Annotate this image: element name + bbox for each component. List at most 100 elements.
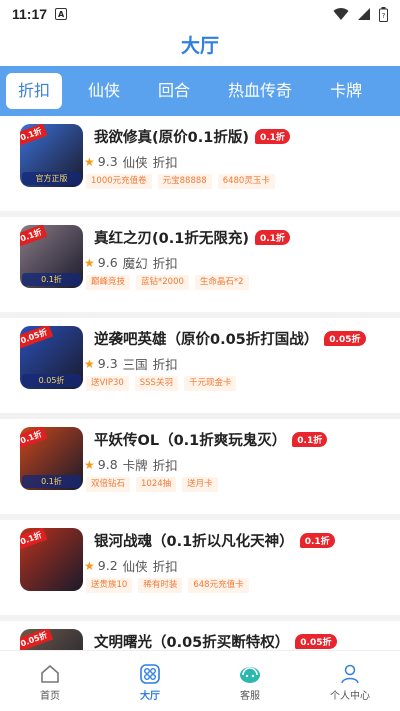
discount-badge: 0.1折 — [299, 533, 335, 548]
game-tag: 送贵族10 — [86, 578, 133, 593]
game-tag: 元宝88888 — [157, 174, 212, 189]
tab-0[interactable]: 折扣 — [6, 73, 63, 109]
status-bar: 11:17 A ? — [0, 0, 400, 28]
page-title: 大厅 — [180, 35, 219, 57]
tab-4[interactable]: 卡牌 — [318, 73, 374, 109]
game-icon[interactable]: 0.05折 0.05折 — [20, 326, 83, 389]
game-tag: 送月卡 — [182, 477, 218, 492]
game-icon[interactable]: 0.1折 官方正版 — [20, 124, 83, 187]
battery-icon: ? — [379, 6, 388, 22]
svg-text:?: ? — [382, 12, 386, 20]
game-tags: 巅峰竞技 蓝钻*2000 生命晶石*2 — [86, 275, 249, 290]
game-tags: 送VIP30 SSS关羽 千元现金卡 — [86, 376, 237, 391]
game-name[interactable]: 逆袭吧英雄（原价0.05折打国战） — [94, 328, 318, 349]
game-tag: 双倍钻石 — [86, 477, 131, 492]
nav-item-1[interactable]: 大厅 — [100, 651, 200, 711]
game-kind: 折扣 — [152, 155, 178, 170]
nav-item-2[interactable]: 客服 — [200, 651, 300, 711]
game-tag: 稀有时装 — [138, 578, 183, 593]
discount-badge: 0.1折 — [292, 432, 328, 447]
game-title-row: 文明曙光（0.05折买断特权） 0.05折 — [94, 631, 337, 650]
discount-badge: 0.1折 — [254, 129, 290, 144]
game-tag: 1000元充值卷 — [86, 174, 152, 189]
game-genre: 仙侠 — [122, 559, 148, 574]
game-meta: ★ 9.8 卡牌 折扣 — [84, 455, 183, 474]
game-tag: 1024抽 — [136, 477, 177, 492]
nav-label: 大厅 — [140, 690, 160, 702]
nav-label: 客服 — [240, 690, 260, 702]
nav-label: 个人中心 — [330, 690, 370, 702]
game-icon[interactable]: 0.1折 — [20, 528, 83, 591]
icon-discount-ribbon: 0.1折 — [20, 427, 48, 449]
home-icon — [39, 661, 61, 687]
game-rating: 9.6 — [97, 255, 118, 270]
icon-stamp-label: 0.05折 — [22, 374, 81, 387]
game-genre: 三国 — [122, 357, 148, 372]
game-name[interactable]: 我欲修真(原价0.1折版) — [94, 126, 249, 147]
game-title-row: 银河战魂（0.1折以凡化天神） 0.1折 — [94, 530, 335, 551]
game-meta: ★ 9.2 仙侠 折扣 — [84, 556, 183, 575]
bottom-nav: 首页 大厅 客服 个人中心 — [0, 650, 400, 711]
icon-discount-ribbon: 0.1折 — [20, 528, 48, 550]
tab-3[interactable]: 热血传奇 — [216, 73, 304, 109]
game-icon[interactable]: 0.05折 — [20, 629, 83, 650]
game-tag: SSS关羽 — [134, 376, 178, 391]
game-title-row: 平妖传OL（0.1折爽玩鬼灭） 0.1折 — [94, 429, 328, 450]
game-name[interactable]: 银河战魂（0.1折以凡化天神） — [94, 530, 294, 551]
signal-icon — [358, 8, 370, 20]
game-genre: 魔幻 — [122, 256, 148, 271]
game-tag: 648元充值卡 — [188, 578, 249, 593]
game-list-item[interactable]: 0.1折 官方正版 我欲修真(原价0.1折版) 0.1折 ★ 9.3 仙侠 折扣 1000元充值… — [0, 116, 400, 217]
game-kind: 折扣 — [152, 559, 178, 574]
tab-2[interactable]: 回合 — [146, 73, 202, 109]
sim-icon: A — [55, 8, 68, 20]
icon-discount-ribbon: 0.05折 — [20, 326, 53, 349]
game-tag: 6480灵玉卡 — [217, 174, 275, 189]
star-icon: ★ — [84, 356, 95, 371]
game-kind: 折扣 — [152, 458, 178, 473]
game-meta: ★ 9.3 三国 折扣 — [84, 354, 183, 373]
category-tabs: 折扣仙侠回合热血传奇卡牌三国 — [0, 66, 400, 116]
game-list-item[interactable]: 0.1折 银河战魂（0.1折以凡化天神） 0.1折 ★ 9.2 仙侠 折扣 送贵族10 稀有时装… — [0, 520, 400, 621]
game-list-item[interactable]: 0.05折 文明曙光（0.05折买断特权） 0.05折 — [0, 621, 400, 650]
nav-label: 首页 — [40, 690, 60, 702]
game-icon[interactable]: 0.1折 0.1折 — [20, 225, 83, 288]
icon-stamp-label: 官方正版 — [22, 172, 81, 185]
game-rating: 9.2 — [97, 558, 118, 573]
game-name[interactable]: 文明曙光（0.05折买断特权） — [94, 631, 289, 650]
game-name[interactable]: 平妖传OL（0.1折爽玩鬼灭） — [94, 429, 286, 450]
nav-item-3[interactable]: 个人中心 — [300, 651, 400, 711]
game-rating: 9.3 — [97, 154, 118, 169]
game-tags: 送贵族10 稀有时装 648元充值卡 — [86, 578, 249, 593]
status-time: 11:17 — [12, 6, 48, 22]
icon-discount-ribbon: 0.05折 — [20, 629, 53, 650]
headset-icon — [238, 661, 262, 687]
game-icon[interactable]: 0.1折 0.1折 — [20, 427, 83, 490]
game-rating: 9.3 — [97, 356, 118, 371]
game-name[interactable]: 真红之刃(0.1折无限充) — [94, 227, 249, 248]
star-icon: ★ — [84, 457, 95, 472]
user-icon — [339, 661, 361, 687]
game-title-row: 我欲修真(原价0.1折版) 0.1折 — [94, 126, 290, 147]
game-list-item[interactable]: 0.1折 0.1折 平妖传OL（0.1折爽玩鬼灭） 0.1折 ★ 9.8 卡牌 折扣 双倍钻石 1… — [0, 419, 400, 520]
game-tag: 送VIP30 — [86, 376, 129, 391]
game-list-item[interactable]: 0.05折 0.05折 逆袭吧英雄（原价0.05折打国战） 0.05折 ★ 9.3 三国 折扣… — [0, 318, 400, 419]
tab-5[interactable]: 三国 — [388, 73, 400, 109]
game-genre: 卡牌 — [122, 458, 148, 473]
game-tag: 千元现金卡 — [183, 376, 237, 391]
hall-icon — [139, 661, 161, 687]
discount-badge: 0.1折 — [254, 230, 290, 245]
tab-1[interactable]: 仙侠 — [76, 73, 132, 109]
game-title-row: 真红之刃(0.1折无限充) 0.1折 — [94, 227, 290, 248]
icon-stamp-label: 0.1折 — [22, 475, 81, 488]
star-icon: ★ — [84, 154, 95, 169]
icon-stamp-label: 0.1折 — [22, 273, 81, 286]
game-tag: 巅峰竞技 — [86, 275, 131, 290]
game-title-row: 逆袭吧英雄（原价0.05折打国战） 0.05折 — [94, 328, 366, 349]
game-genre: 仙侠 — [122, 155, 148, 170]
game-tags: 双倍钻石 1024抽 送月卡 — [86, 477, 218, 492]
game-tag: 生命晶石*2 — [194, 275, 249, 290]
nav-item-0[interactable]: 首页 — [0, 651, 100, 711]
game-tags: 1000元充值卷 元宝88888 6480灵玉卡 — [86, 174, 275, 189]
game-list-item[interactable]: 0.1折 0.1折 真红之刃(0.1折无限充) 0.1折 ★ 9.6 魔幻 折扣 巅峰竞技 蓝钻*… — [0, 217, 400, 318]
